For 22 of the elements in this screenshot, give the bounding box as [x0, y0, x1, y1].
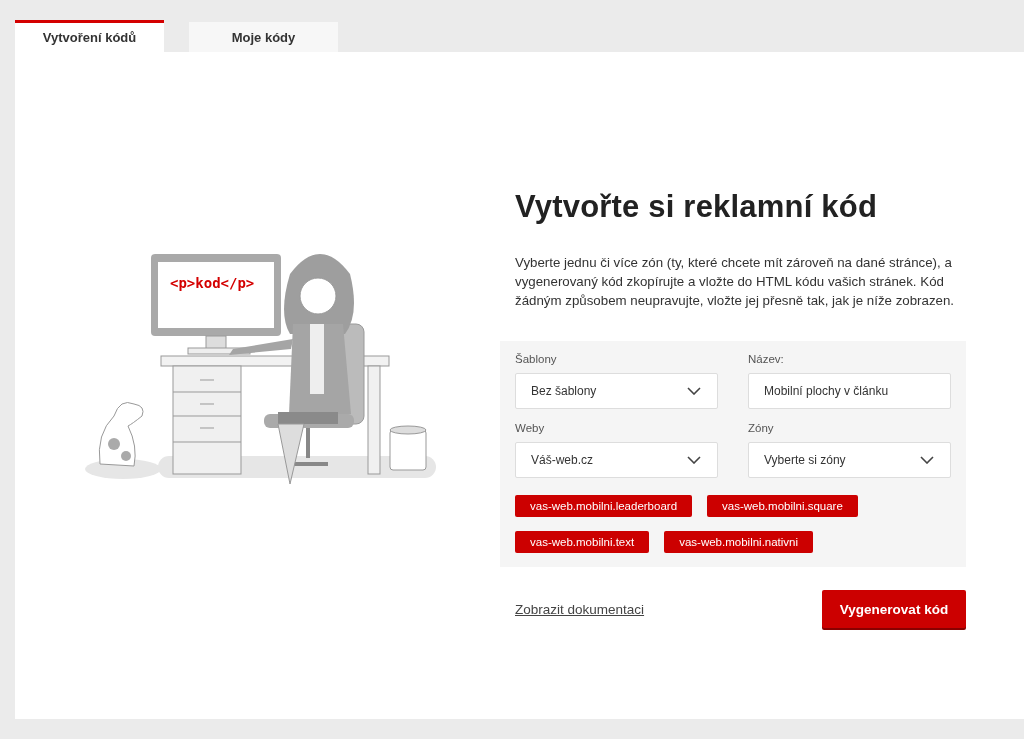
tab[interactable]: Vytvoření kódů [15, 20, 164, 52]
input-field[interactable]: Mobilní plochy v článku [748, 373, 951, 409]
description-text: Vyberte jednu či více zón (ty, které chcete mít zároveň na dané stránce), a vygenerovaný kód zkopírujte a vložte do HTML kódu vašich stránek. Kód žádným způsobem neupravujte, vložte jej přesně tak, jak je níže zobrazen. [515, 254, 956, 310]
zone-tag[interactable]: vas-web.mobilni.square [707, 495, 858, 517]
chevron-down-icon [920, 456, 934, 464]
documentation-link[interactable]: Zobrazit dokumentaci [515, 601, 645, 617]
zone-tag[interactable]: vas-web.mobilni.text [515, 531, 650, 553]
field-label: Zóny [748, 422, 775, 434]
generate-code-button[interactable]: Vygenerovat kód [822, 590, 966, 628]
chevron-down-icon [687, 456, 701, 464]
screen-code-text: <p>kod</p> [170, 275, 255, 291]
page-heading: Vytvořte si reklamní kód [515, 189, 878, 225]
field-label: Název: [748, 353, 785, 365]
chevron-down-icon [687, 387, 701, 395]
dropdown[interactable]: Bez šablony [515, 373, 718, 409]
field-label: Weby [515, 422, 546, 434]
dropdown[interactable]: Vyberte si zóny [748, 442, 951, 478]
dropdown[interactable]: Váš-web.cz [515, 442, 718, 478]
zone-tag[interactable]: vas-web.mobilni.leaderboard [515, 495, 693, 517]
field-label: Šablony [515, 353, 558, 365]
tab[interactable]: Moje kódy [189, 22, 338, 52]
zone-tag[interactable]: vas-web.mobilni.nativni [664, 531, 814, 553]
